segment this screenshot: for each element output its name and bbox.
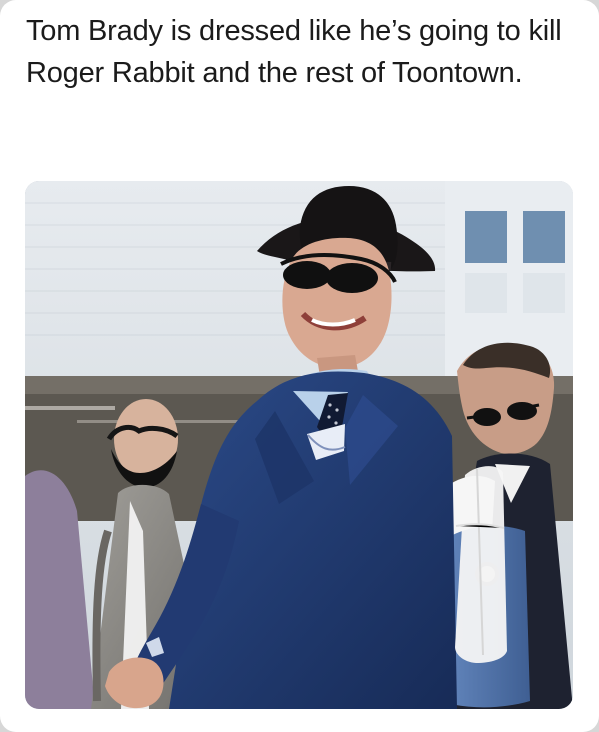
meme-photo (25, 181, 573, 709)
window-right (523, 211, 565, 263)
sunglasses-left (283, 261, 331, 289)
window-left (465, 211, 507, 263)
meme-caption: Tom Brady is dressed like he’s going to … (26, 15, 562, 89)
meme-card: Tom Brady is dressed like he’s going to … (0, 0, 599, 732)
sunglasses-right (326, 263, 378, 293)
photo-illustration (25, 181, 573, 709)
window-left-lower (465, 273, 507, 313)
window-right-lower (523, 273, 565, 313)
